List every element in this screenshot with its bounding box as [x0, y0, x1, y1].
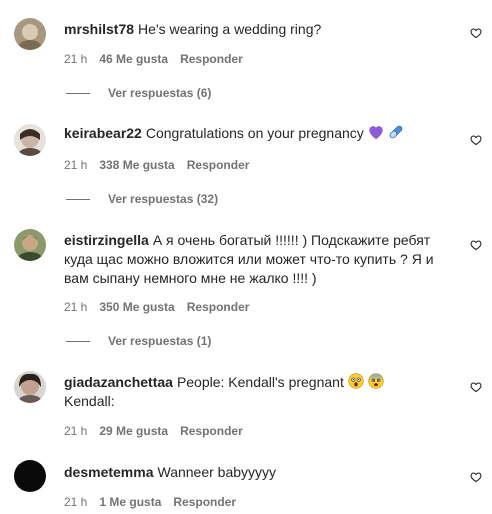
- avatar[interactable]: [14, 460, 46, 492]
- comment-username[interactable]: mrshilst78: [64, 21, 134, 37]
- like-heart-icon[interactable]: [470, 27, 482, 39]
- comment-likes[interactable]: 1 Me gusta: [99, 495, 161, 509]
- replies-divider: [66, 340, 90, 342]
- view-replies-button[interactable]: Ver respuestas (1): [66, 334, 211, 348]
- comment-meta: 21 h 46 Me gusta Responder: [64, 52, 255, 66]
- replies-divider: [66, 92, 90, 94]
- view-replies-button[interactable]: Ver respuestas (32): [66, 192, 218, 206]
- avatar[interactable]: [14, 18, 46, 50]
- like-heart-icon[interactable]: [470, 134, 482, 146]
- reply-button[interactable]: Responder: [187, 300, 250, 314]
- replies-divider: [66, 198, 90, 200]
- comment-time[interactable]: 21 h: [64, 424, 87, 438]
- like-heart-icon[interactable]: [470, 239, 482, 251]
- comment-text: Wanneer babyyyyy: [157, 464, 277, 480]
- comment-likes[interactable]: 29 Me gusta: [99, 424, 168, 438]
- comment-likes[interactable]: 46 Me gusta: [99, 52, 168, 66]
- view-replies-label: Ver respuestas (32): [108, 192, 219, 206]
- avatar[interactable]: [14, 371, 46, 403]
- reply-button[interactable]: Responder: [187, 158, 250, 172]
- comment-likes[interactable]: 350 Me gusta: [99, 300, 174, 314]
- comment-body: giadazanchettaa People: Kendall's pregnan…: [64, 373, 459, 411]
- comment-meta: 21 h 29 Me gusta Responder: [64, 424, 255, 438]
- comment-meta: 21 h 350 Me gusta Responder: [64, 300, 261, 314]
- like-heart-icon[interactable]: [470, 381, 482, 393]
- comment-text-line: вам сыпану немного мне не жалко !!!! ): [64, 270, 317, 286]
- view-replies-button[interactable]: Ver respuestas (6): [66, 86, 211, 100]
- comment-text-line: Kendall:: [64, 393, 115, 409]
- pill-icon: [389, 125, 402, 139]
- comment-body: eistirzingella А я очень богатый !!!!!! )…: [64, 231, 459, 288]
- comment-time[interactable]: 21 h: [64, 158, 87, 172]
- comments-panel: mrshilst78 He's wearing a wedding ring? 2…: [0, 0, 492, 514]
- comment-time[interactable]: 21 h: [64, 300, 87, 314]
- comment-text-line: куда щас можно вложится или может что-то…: [64, 251, 434, 267]
- comment-meta: 21 h 338 Me gusta Responder: [64, 158, 261, 172]
- fearful-face-icon: [367, 373, 384, 389]
- comment-meta: 21 h 1 Me gusta Responder: [64, 495, 248, 509]
- avatar[interactable]: [14, 229, 46, 261]
- comment-username[interactable]: eistirzingella: [64, 232, 149, 248]
- reply-button[interactable]: Responder: [173, 495, 236, 509]
- reply-button[interactable]: Responder: [180, 52, 243, 66]
- comment-body: keirabear22 Congratulations on your pregn…: [64, 124, 459, 143]
- comment-username[interactable]: keirabear22: [64, 125, 142, 141]
- comment-username[interactable]: desmetemma: [64, 464, 154, 480]
- shocked-face-icon: [348, 373, 364, 389]
- like-heart-icon[interactable]: [470, 471, 482, 483]
- comment-body: desmetemma Wanneer babyyyyy: [64, 463, 459, 482]
- comment-text: Congratulations on your pregnancy: [145, 125, 364, 141]
- avatar[interactable]: [14, 124, 46, 156]
- comment-text: He's wearing a wedding ring?: [138, 21, 322, 37]
- comment-body: mrshilst78 He's wearing a wedding ring?: [64, 20, 459, 39]
- comment-likes[interactable]: 338 Me gusta: [99, 158, 174, 172]
- comment-time[interactable]: 21 h: [64, 495, 87, 509]
- comment-username[interactable]: giadazanchettaa: [64, 374, 173, 390]
- comment-text-line: А я очень богатый !!!!!! ) Подскажите ре…: [152, 232, 431, 248]
- comment-text-line: People: Kendall's pregnant: [176, 374, 344, 390]
- purple-heart-icon: [368, 126, 383, 140]
- view-replies-label: Ver respuestas (6): [108, 86, 212, 100]
- view-replies-label: Ver respuestas (1): [108, 334, 212, 348]
- reply-button[interactable]: Responder: [180, 424, 243, 438]
- comment-time[interactable]: 21 h: [64, 52, 87, 66]
